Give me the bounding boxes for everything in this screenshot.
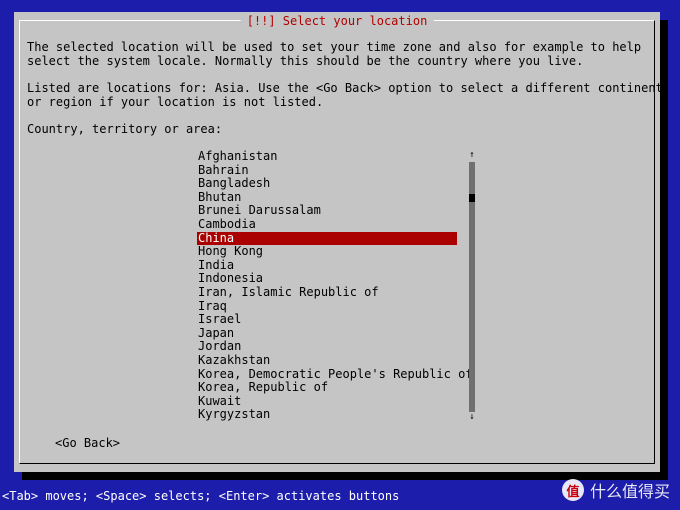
country-list-item[interactable]: China: [197, 231, 457, 246]
scroll-down-icon[interactable]: ↓: [468, 412, 476, 422]
country-list-item[interactable]: Indonesia: [197, 272, 457, 286]
country-list-item[interactable]: Kazakhstan: [197, 353, 457, 368]
country-list-item[interactable]: Jordan: [197, 340, 457, 354]
scroll-thumb[interactable]: [469, 194, 475, 202]
country-scrollbar[interactable]: ↑ ↓: [468, 150, 476, 422]
country-list-item[interactable]: Bangladesh: [197, 177, 457, 191]
country-list-item[interactable]: Kuwait: [197, 394, 457, 409]
go-back-button[interactable]: <Go Back>: [55, 436, 120, 450]
country-list-item[interactable]: Iran, Islamic Republic of: [197, 285, 457, 300]
country-list-item[interactable]: Bahrain: [197, 163, 457, 178]
country-prompt: Country, territory or area:: [27, 122, 223, 136]
country-list-item[interactable]: Afghanistan: [197, 149, 457, 164]
status-bar: <Tab> moves; <Space> selects; <Enter> ac…: [2, 489, 400, 503]
country-list-item[interactable]: Israel: [197, 313, 457, 327]
watermark-text: 什么值得买: [589, 482, 670, 501]
watermark-logo-icon: 值: [561, 479, 584, 501]
listed-line-2: or region if your location is not listed…: [27, 95, 324, 109]
intro-line-1: The selected location will be used to se…: [27, 40, 642, 54]
scroll-up-icon[interactable]: ↑: [468, 150, 476, 160]
country-list-item[interactable]: India: [197, 258, 457, 273]
country-list-item[interactable]: Bhutan: [197, 190, 457, 205]
dialog-title: [!!] Select your location: [240, 12, 434, 30]
country-list-item[interactable]: Korea, Republic of: [197, 380, 457, 395]
location-dialog: [!!] Select your location The selected l…: [14, 12, 663, 472]
country-list-item[interactable]: Hong Kong: [197, 245, 457, 259]
country-list-item[interactable]: Iraq: [197, 299, 457, 314]
country-list-item[interactable]: Cambodia: [197, 217, 457, 232]
country-list-item[interactable]: Kyrgyzstan: [197, 408, 457, 422]
country-list-item[interactable]: Korea, Democratic People's Republic of: [197, 367, 473, 382]
country-list-item[interactable]: Brunei Darussalam: [197, 204, 457, 218]
intro-line-2: select the system locale. Normally this …: [27, 54, 584, 68]
listed-line-1: Listed are locations for: Asia. Use the …: [27, 81, 663, 95]
country-list[interactable]: Afghanistan Bahrain Bangladesh Bhutan Brunei…: [197, 149, 473, 422]
country-list-item[interactable]: Japan: [197, 326, 457, 341]
watermark: 值 什么值得买: [561, 478, 670, 502]
